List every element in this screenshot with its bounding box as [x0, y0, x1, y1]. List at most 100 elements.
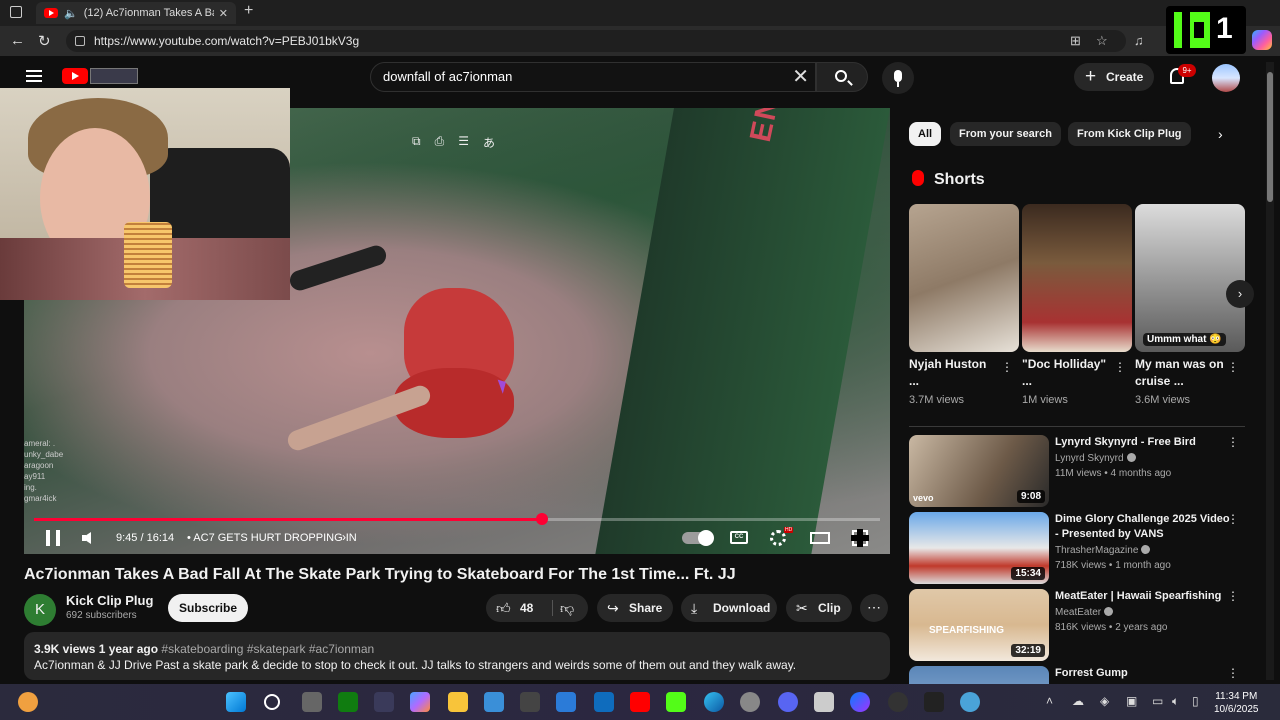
progress-scrubber[interactable]	[535, 513, 548, 525]
recommended-menu-icon[interactable]: ⋮	[1227, 512, 1239, 526]
create-button[interactable]: + Create	[1074, 63, 1154, 91]
refresh-button[interactable]: ↻	[38, 32, 51, 50]
volume-icon[interactable]	[82, 532, 91, 544]
store-icon[interactable]	[484, 692, 504, 712]
short-item[interactable]: Ummm what 😳 My man was on cruise ... ⋮ 3…	[1135, 204, 1245, 406]
battery-icon[interactable]: ▯	[1192, 694, 1199, 708]
tray-chevron-icon[interactable]: ˄	[1046, 694, 1053, 708]
short-menu-icon[interactable]: ⋮	[1001, 360, 1013, 374]
app-icon[interactable]	[520, 692, 540, 712]
more-actions-button[interactable]: ⋯	[860, 594, 888, 622]
messenger-icon[interactable]	[850, 692, 870, 712]
copilot-icon[interactable]	[1252, 30, 1272, 50]
app-icon[interactable]	[960, 692, 980, 712]
search-input[interactable]: downfall of ac7ionman ✕	[370, 62, 816, 92]
recommended-video[interactable]: 15:34 Dime Glory Challenge 2025 Video - …	[909, 512, 1245, 584]
recommended-thumbnail[interactable]: SPEARFISHING 32:19	[909, 589, 1049, 661]
fullscreen-icon[interactable]	[851, 529, 869, 547]
obs-icon[interactable]	[888, 692, 908, 712]
close-tab-icon[interactable]: ✕	[219, 7, 228, 20]
search-button[interactable]	[816, 62, 868, 92]
chip-from-your-search[interactable]: From your search	[950, 122, 1061, 146]
pause-icon[interactable]	[46, 530, 60, 546]
chip-all[interactable]: All	[909, 122, 942, 146]
share-button[interactable]: ↪ Share	[597, 594, 673, 622]
weather-widget-icon[interactable]	[18, 692, 38, 712]
download-button[interactable]: ⤓ Download	[681, 594, 777, 622]
youtube-taskbar-icon[interactable]	[630, 692, 650, 712]
recommended-title[interactable]: Dime Glory Challenge 2025 Video - Presen…	[1055, 512, 1231, 542]
recommended-video[interactable]: Forrest Gump ⋮	[909, 666, 1245, 684]
recommended-title[interactable]: Forrest Gump	[1055, 666, 1231, 681]
hashtags[interactable]: #skateboarding #skatepark #ac7ionman	[161, 642, 374, 656]
recommended-channel[interactable]: ThrasherMagazine	[1055, 545, 1151, 556]
menu-hamburger-icon[interactable]	[26, 70, 42, 82]
voice-search-icon[interactable]	[882, 62, 914, 94]
short-menu-icon[interactable]: ⋮	[1114, 360, 1126, 374]
edge-icon[interactable]	[704, 692, 724, 712]
taskbar-clock[interactable]: 11:34 PM 10/6/2025	[1214, 690, 1259, 716]
chevron-right-icon[interactable]: ›	[342, 530, 346, 544]
outlook-icon[interactable]	[594, 692, 614, 712]
autoplay-toggle[interactable]	[682, 530, 714, 546]
recommended-channel[interactable]: MeatEater	[1055, 607, 1114, 618]
theater-mode-icon[interactable]	[810, 532, 830, 544]
shorts-next-chevron-icon[interactable]: ›	[1226, 280, 1254, 308]
thumbs-down-icon[interactable]: 👎︎	[560, 594, 574, 622]
youtube-doodle-logo[interactable]	[90, 68, 138, 84]
recommended-video[interactable]: vevo 9:08 Lynyrd Skynyrd - Free Bird Lyn…	[909, 435, 1245, 507]
recommended-thumbnail[interactable]	[909, 666, 1049, 684]
chip-from-kick-clip-plug[interactable]: From Kick Clip Plug	[1068, 122, 1191, 146]
channel-avatar[interactable]: K	[24, 594, 56, 626]
tray-app-icon[interactable]: ▣	[1126, 694, 1137, 708]
channel-name[interactable]: Kick Clip Plug	[66, 593, 153, 608]
recommended-title[interactable]: MeatEater | Hawaii Spearfishing	[1055, 589, 1231, 604]
file-explorer-icon[interactable]	[448, 692, 468, 712]
clip-button[interactable]: ✂ Clip	[786, 594, 852, 622]
thumbs-up-icon[interactable]: 👍︎	[496, 594, 511, 622]
short-item[interactable]: Nyjah Huston ... ⋮ 3.7M views	[909, 204, 1019, 406]
app-icon[interactable]	[924, 692, 944, 712]
app-icon[interactable]	[556, 692, 576, 712]
short-thumbnail[interactable]: Ummm what 😳	[1135, 204, 1245, 352]
recommended-video[interactable]: SPEARFISHING 32:19 MeatEater | Hawaii Sp…	[909, 589, 1245, 661]
app-icon[interactable]	[374, 692, 394, 712]
settings-taskbar-icon[interactable]	[740, 692, 760, 712]
chapter-title[interactable]: • AC7 GETS HURT DROPPING IN	[187, 532, 357, 544]
short-item[interactable]: "Doc Holliday" ... ⋮ 1M views	[1022, 204, 1132, 406]
short-title[interactable]: My man was on cruise ...	[1135, 356, 1225, 390]
xbox-icon[interactable]	[338, 692, 358, 712]
site-info-icon[interactable]	[75, 36, 85, 46]
taskbar-search-icon[interactable]	[264, 694, 280, 710]
short-thumbnail[interactable]	[1022, 204, 1132, 352]
recommended-thumbnail[interactable]: 15:34	[909, 512, 1049, 584]
back-button[interactable]: ←	[10, 32, 25, 49]
speaker-tray-icon[interactable]: 🔈︎	[1172, 694, 1179, 709]
captions-icon[interactable]: CC	[730, 531, 748, 544]
media-control-icon[interactable]: ♫	[1134, 33, 1144, 48]
recommended-menu-icon[interactable]: ⋮	[1227, 589, 1239, 603]
notes-icon[interactable]: ☰	[458, 134, 469, 151]
short-title[interactable]: Nyjah Huston ...	[909, 356, 999, 390]
kick-taskbar-icon[interactable]	[666, 692, 686, 712]
scrollbar-thumb[interactable]	[1267, 72, 1273, 202]
translate-icon[interactable]: あ	[483, 134, 495, 151]
app-icon[interactable]	[814, 692, 834, 712]
new-tab-button[interactable]: +	[244, 2, 253, 20]
onedrive-icon[interactable]: ☁	[1072, 694, 1084, 708]
page-scrollbar[interactable]	[1266, 62, 1274, 680]
short-title[interactable]: "Doc Holliday" ...	[1022, 356, 1112, 390]
network-icon[interactable]: ▭	[1152, 694, 1163, 708]
recommended-thumbnail[interactable]: vevo 9:08	[909, 435, 1049, 507]
discord-icon[interactable]	[778, 692, 798, 712]
like-count[interactable]: 48	[520, 594, 533, 622]
tray-app-icon[interactable]: ◈	[1100, 694, 1109, 708]
task-view-icon[interactable]	[302, 692, 322, 712]
short-menu-icon[interactable]: ⋮	[1227, 360, 1239, 374]
recommended-menu-icon[interactable]: ⋮	[1227, 435, 1239, 449]
browser-tab[interactable]: 🔈 (12) Ac7ionman Takes A Bad Fall At The…	[36, 2, 236, 24]
account-avatar[interactable]	[1212, 64, 1240, 92]
recommended-title[interactable]: Lynyrd Skynyrd - Free Bird	[1055, 435, 1231, 450]
subscribe-button[interactable]: Subscribe	[168, 594, 248, 622]
description-box[interactable]: 3.9K views 1 year ago #skateboarding #sk…	[24, 632, 890, 680]
